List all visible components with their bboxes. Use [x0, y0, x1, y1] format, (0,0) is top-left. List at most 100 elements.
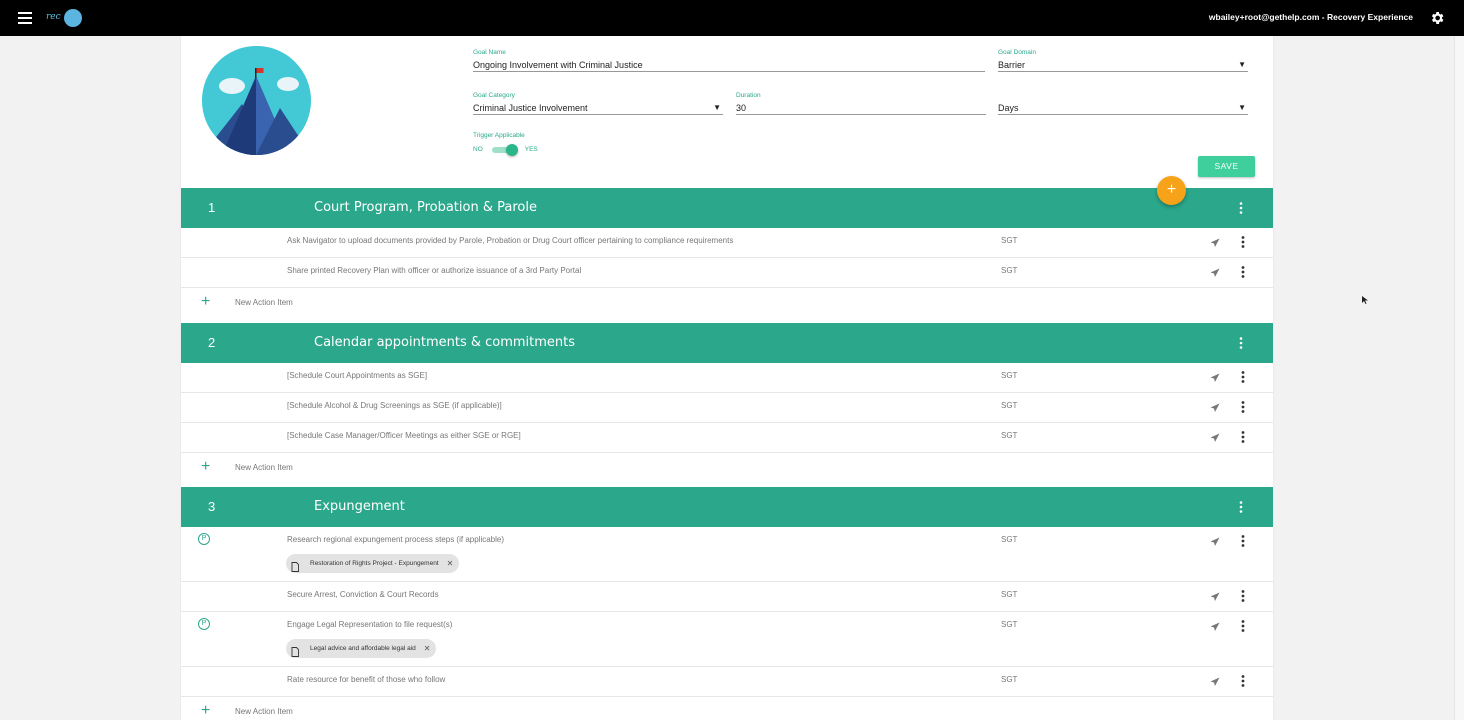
dropdown-arrow-icon: ▼ — [1238, 103, 1246, 112]
plus-icon[interactable]: + — [201, 459, 210, 475]
trigger-switch[interactable] — [491, 144, 518, 156]
action-item-text[interactable]: Secure Arrest, Conviction & Court Record… — [287, 590, 439, 599]
duration-label: Duration — [736, 92, 761, 99]
action-item-owner: SGT — [1001, 590, 1018, 599]
action-item-row[interactable]: P Engage Legal Representation to file req… — [181, 612, 1273, 667]
duration-input[interactable]: 30 — [736, 101, 986, 115]
duration-unit-select[interactable]: Days ▼ — [998, 92, 1248, 115]
document-icon — [290, 644, 300, 657]
goal-name-input[interactable]: Ongoing Involvement with Criminal Justic… — [473, 58, 985, 72]
more-vert-icon[interactable] — [1238, 235, 1248, 248]
send-icon[interactable] — [1209, 620, 1221, 632]
action-item-text[interactable]: [Schedule Case Manager/Officer Meetings … — [287, 431, 521, 440]
more-vert-icon[interactable] — [1238, 534, 1248, 547]
action-item-owner: SGT — [1001, 266, 1018, 275]
send-icon[interactable] — [1209, 236, 1221, 248]
new-action-item-row[interactable]: + New Action Item — [181, 288, 1273, 322]
resource-chip[interactable]: Legal advice and affordable legal aid ✕ — [286, 639, 437, 658]
more-vert-icon[interactable] — [1236, 500, 1246, 514]
send-icon[interactable] — [1209, 675, 1221, 687]
section-number: 1 — [208, 200, 216, 215]
send-icon[interactable] — [1209, 371, 1221, 383]
duration-unit-text: Days — [998, 103, 1019, 113]
more-vert-icon[interactable] — [1238, 619, 1248, 632]
action-item-row[interactable]: P Research regional expungement process s… — [181, 527, 1273, 582]
action-item-text[interactable]: Research regional expungement process st… — [287, 535, 504, 544]
more-vert-icon[interactable] — [1236, 336, 1246, 350]
action-item-text[interactable]: Share printed Recovery Plan with officer… — [287, 266, 581, 275]
duration-field[interactable]: Duration 30 — [736, 92, 986, 115]
section-title: Expungement — [314, 499, 405, 514]
app-logo[interactable]: rec — [46, 9, 82, 27]
section-title: Calendar appointments & commitments — [314, 335, 576, 350]
plus-icon[interactable]: + — [201, 294, 210, 310]
close-icon[interactable]: ✕ — [447, 559, 454, 568]
new-action-item-label[interactable]: New Action Item — [235, 298, 293, 307]
action-item-row[interactable]: [Schedule Court Appointments as SGE] SGT — [181, 363, 1273, 393]
resource-chip-label: Restoration of Rights Project - Expungem… — [310, 560, 439, 567]
section-header[interactable]: 2 Calendar appointments & commitments — [181, 323, 1273, 363]
action-item-text[interactable]: Rate resource for benefit of those who f… — [287, 675, 445, 684]
goal-domain-select[interactable]: Goal Domain Barrier ▼ — [998, 49, 1248, 72]
goal-name-field[interactable]: Goal Name Ongoing Involvement with Crimi… — [473, 49, 985, 72]
section-header[interactable]: 1 Court Program, Probation & Parole — [181, 188, 1273, 228]
send-icon[interactable] — [1209, 401, 1221, 413]
action-item-row[interactable]: Secure Arrest, Conviction & Court Record… — [181, 582, 1273, 612]
duration-unit-value[interactable]: Days ▼ — [998, 101, 1248, 115]
send-icon[interactable] — [1209, 431, 1221, 443]
send-icon[interactable] — [1209, 535, 1221, 547]
mouse-cursor-icon — [1362, 296, 1368, 304]
plus-icon[interactable]: + — [201, 703, 210, 719]
action-item-text[interactable]: Ask Navigator to upload documents provid… — [287, 236, 733, 245]
pin-icon[interactable]: P — [198, 533, 210, 545]
close-icon[interactable]: ✕ — [424, 644, 431, 653]
action-item-row[interactable]: Ask Navigator to upload documents provid… — [181, 228, 1273, 258]
more-vert-icon[interactable] — [1238, 265, 1248, 278]
save-button[interactable]: SAVE — [1198, 156, 1255, 177]
more-vert-icon[interactable] — [1238, 589, 1248, 602]
gear-icon[interactable] — [1429, 10, 1445, 26]
more-vert-icon[interactable] — [1238, 430, 1248, 443]
toggle-yes-label: YES — [524, 145, 538, 153]
goal-category-select[interactable]: Goal Category Criminal Justice Involveme… — [473, 92, 723, 115]
goal-category-value[interactable]: Criminal Justice Involvement ▼ — [473, 101, 723, 115]
more-vert-icon[interactable] — [1238, 370, 1248, 383]
goal-category-label: Goal Category — [473, 92, 515, 99]
action-item-row[interactable]: [Schedule Case Manager/Officer Meetings … — [181, 423, 1273, 453]
action-item-row[interactable]: Rate resource for benefit of those who f… — [181, 667, 1273, 697]
action-item-owner: SGT — [1001, 675, 1018, 684]
action-item-owner: SGT — [1001, 620, 1018, 629]
new-action-item-row[interactable]: + New Action Item — [181, 697, 1273, 720]
action-item-text[interactable]: [Schedule Court Appointments as SGE] — [287, 371, 427, 380]
trigger-applicable-toggle: Trigger Applicable NO YES — [473, 132, 538, 156]
action-item-owner: SGT — [1001, 535, 1018, 544]
section-number: 2 — [208, 335, 216, 350]
new-action-item-label[interactable]: New Action Item — [235, 707, 293, 716]
more-vert-icon[interactable] — [1238, 674, 1248, 687]
action-item-row[interactable]: Share printed Recovery Plan with officer… — [181, 258, 1273, 288]
logo-text: rec — [46, 12, 61, 22]
section-title: Court Program, Probation & Parole — [314, 200, 537, 215]
action-item-row[interactable]: [Schedule Alcohol & Drug Screenings as S… — [181, 393, 1273, 423]
section-header[interactable]: 3 Expungement — [181, 487, 1273, 527]
resource-chip[interactable]: Restoration of Rights Project - Expungem… — [286, 554, 460, 573]
goal-domain-value[interactable]: Barrier ▼ — [998, 58, 1248, 72]
scrollbar[interactable] — [1454, 36, 1464, 720]
top-bar: rec wbailey+root@gethelp.com - Recovery … — [0, 0, 1464, 36]
send-icon[interactable] — [1209, 266, 1221, 278]
pin-icon[interactable]: P — [198, 618, 210, 630]
new-action-item-label[interactable]: New Action Item — [235, 463, 293, 472]
goal-panel: Goal Name Ongoing Involvement with Crimi… — [181, 36, 1273, 720]
goal-name-label: Goal Name — [473, 49, 506, 56]
add-section-button[interactable]: + — [1157, 176, 1186, 205]
dropdown-arrow-icon: ▼ — [1238, 60, 1246, 69]
hamburger-menu-icon[interactable] — [18, 12, 32, 24]
send-icon[interactable] — [1209, 590, 1221, 602]
user-account-label[interactable]: wbailey+root@gethelp.com - Recovery Expe… — [1209, 12, 1413, 22]
action-item-text[interactable]: Engage Legal Representation to file requ… — [287, 620, 452, 629]
more-vert-icon[interactable] — [1236, 201, 1246, 215]
action-item-text[interactable]: [Schedule Alcohol & Drug Screenings as S… — [287, 401, 502, 410]
more-vert-icon[interactable] — [1238, 400, 1248, 413]
new-action-item-row[interactable]: + New Action Item — [181, 453, 1273, 487]
goal-domain-label: Goal Domain — [998, 49, 1036, 56]
